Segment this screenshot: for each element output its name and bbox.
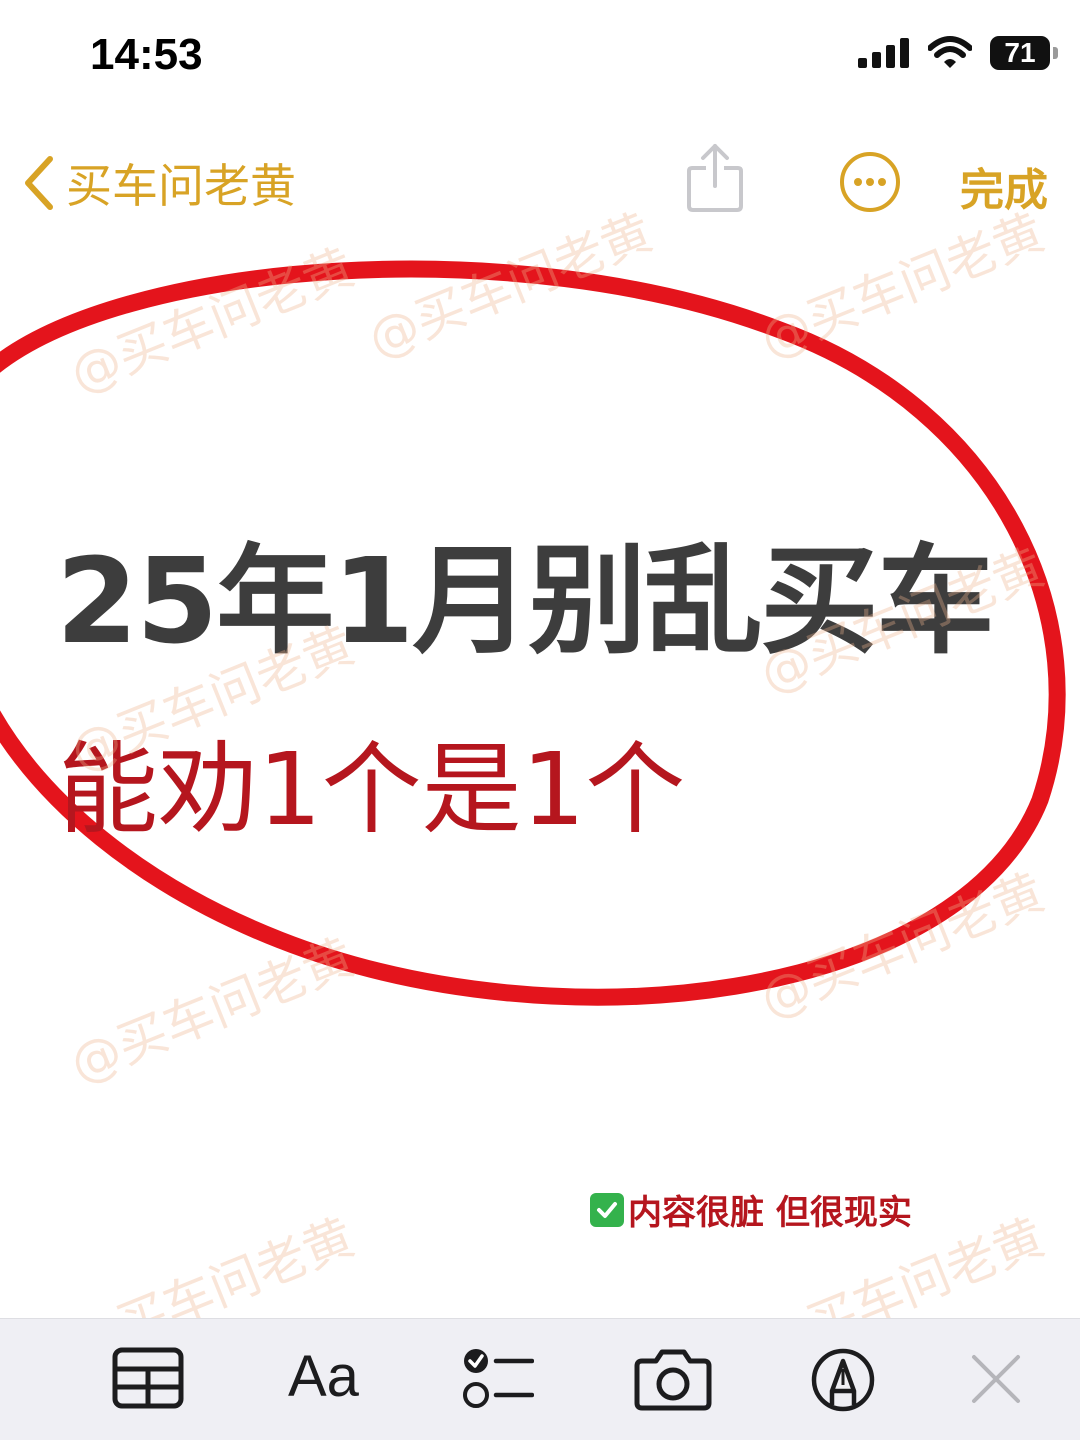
table-icon: [112, 1347, 184, 1409]
format-label: Aa: [288, 1344, 359, 1409]
cellular-signal-icon: [858, 38, 909, 68]
pen-tip-icon: [811, 1348, 875, 1412]
checklist-button[interactable]: [462, 1347, 535, 1415]
nav-bar: 买车问老黄 完成: [0, 130, 1080, 240]
status-indicators: 71: [858, 36, 1058, 70]
markup-button[interactable]: [810, 1347, 876, 1417]
battery-indicator: 71: [990, 36, 1058, 70]
camera-button[interactable]: [634, 1347, 712, 1415]
status-time: 14:53: [90, 30, 203, 79]
check-mark-icon: [590, 1192, 624, 1227]
ellipsis-circle-icon: [840, 152, 900, 212]
share-button[interactable]: [684, 142, 746, 218]
camera-icon: [634, 1349, 712, 1411]
more-options-button[interactable]: [838, 150, 902, 218]
done-button[interactable]: 完成: [960, 154, 1048, 218]
back-button[interactable]: 买车问老黄: [22, 150, 296, 216]
bottom-toolbar: Aa: [0, 1318, 1080, 1440]
note-tag-text: 内容很脏 但很现实: [628, 1193, 912, 1233]
note-body[interactable]: 25年1月别乱买车 能劝1个是1个 内容很脏 但很现实: [0, 240, 1080, 1320]
back-label: 买车问老黄: [66, 159, 296, 213]
table-button[interactable]: [112, 1347, 184, 1413]
chevron-left-icon: [25, 156, 53, 210]
note-tag: 内容很脏 但很现实: [590, 1185, 912, 1234]
note-subtitle: 能劝1个是1个: [58, 731, 686, 848]
close-keyboard-button[interactable]: [970, 1353, 1022, 1409]
note-title: 25年1月别乱买车: [56, 532, 994, 670]
share-icon: [687, 144, 743, 212]
close-icon: [972, 1355, 1020, 1403]
status-bar: 14:53 71: [0, 0, 1080, 110]
format-button[interactable]: Aa: [288, 1343, 359, 1411]
wifi-icon: [928, 36, 972, 68]
checklist-icon: [463, 1349, 535, 1408]
